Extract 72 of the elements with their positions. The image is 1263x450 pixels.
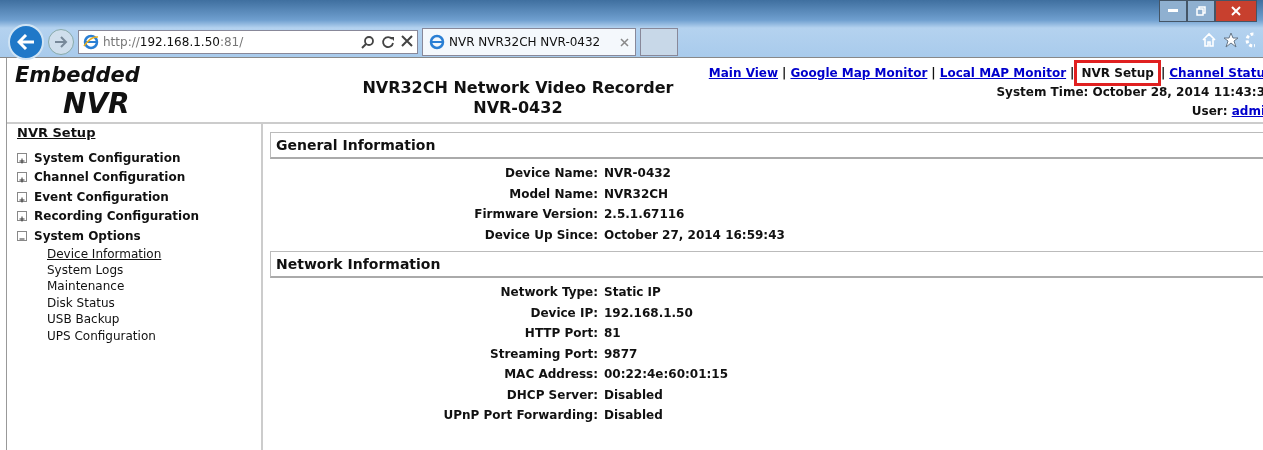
field-value: 9877 (604, 345, 639, 362)
menu-item[interactable]: USB Backup (47, 311, 120, 328)
field-value: 2.5.1.67116 (604, 206, 686, 223)
collapse-icon[interactable] (17, 230, 27, 241)
separator: | (1159, 66, 1167, 80)
field-label: Device IP: (529, 304, 598, 321)
nav-link[interactable]: Main View (708, 66, 779, 80)
restore-button[interactable] (1187, 0, 1215, 22)
user-label: User: (1191, 104, 1229, 118)
field-value: Disabled (604, 407, 664, 424)
field-label: DHCP Server: (505, 386, 598, 403)
section-header: Network Information (270, 251, 1263, 278)
expand-icon[interactable] (17, 152, 27, 163)
restore-icon (1196, 6, 1206, 16)
menu-item[interactable]: Maintenance (47, 278, 125, 295)
menu-group[interactable]: Event Configuration (34, 189, 169, 204)
page-icon (83, 34, 99, 50)
arrow-icon (17, 34, 35, 50)
menu-group[interactable]: Channel Configuration (34, 170, 186, 185)
menu-group[interactable]: Recording Configuration (34, 209, 199, 224)
field-value: 00:22:4e:60:01:15 (604, 366, 729, 383)
forward-button[interactable] (48, 29, 74, 55)
separator: | (781, 66, 788, 80)
browser-tab[interactable]: NVR NVR32CH NVR-0432 (422, 28, 636, 56)
page-icon (429, 34, 445, 50)
separator: | (930, 66, 937, 80)
system-time-label: System Time: (996, 85, 1090, 99)
sidebar-title: NVR Setup (17, 125, 96, 140)
separator: | (1069, 66, 1076, 80)
field-label: HTTP Port: (523, 325, 598, 342)
search-icon[interactable] (361, 35, 375, 49)
address-field[interactable]: http://192.168.1.50:81/ (78, 30, 418, 54)
minimize-icon (1168, 9, 1178, 13)
page-title: NVR32CH Network Video Recorder (361, 78, 675, 98)
menu-item[interactable]: System Logs (47, 261, 124, 279)
field-label: MAC Address: (503, 366, 598, 383)
field-value: Disabled (604, 386, 664, 403)
logo-text: Embedded (15, 63, 140, 87)
refresh-icon[interactable] (381, 35, 395, 49)
menu-group[interactable]: System Options (34, 228, 141, 243)
nav-link[interactable]: Local MAP Monitor (939, 66, 1067, 80)
minimize-button[interactable] (1159, 0, 1187, 22)
expand-icon[interactable] (17, 211, 27, 222)
logo-text: NVR (62, 88, 131, 120)
menu-item[interactable]: Disk Status (47, 294, 115, 312)
menu-item[interactable]: UPS Configuration (47, 327, 156, 344)
field-label: Network Type: (499, 284, 598, 301)
field-value: October 27, 2014 16:59:43 (604, 226, 786, 243)
section-header: General Information (270, 132, 1263, 159)
field-label: Firmware Version: (473, 206, 598, 223)
field-value: NVR32CH (604, 185, 670, 202)
expand-icon[interactable] (17, 172, 27, 183)
field-value: 81 (604, 325, 622, 342)
close-icon[interactable] (401, 35, 413, 47)
menu-item[interactable]: Device Information (47, 245, 162, 262)
menu-group[interactable]: System Configuration (34, 150, 181, 165)
field-label: Device Up Since: (483, 226, 598, 243)
field-label: Device Name: (503, 165, 598, 182)
field-label: Model Name: (508, 185, 598, 202)
field-value: 192.168.1.50 (604, 304, 694, 321)
device-name-heading: NVR-0432 (472, 98, 564, 118)
field-label: Streaming Port: (489, 345, 598, 362)
arrow-icon (54, 36, 68, 48)
field-value: NVR-0432 (604, 165, 672, 182)
field-value: Static IP (604, 284, 662, 301)
field-label: UPnP Port Forwarding: (442, 407, 598, 424)
expand-icon[interactable] (17, 191, 27, 202)
star-icon[interactable] (1223, 32, 1239, 48)
close-icon (1231, 6, 1241, 16)
close-button[interactable] (1215, 0, 1257, 22)
back-button[interactable] (8, 24, 44, 60)
nav-link[interactable]: Google Map Monitor (790, 66, 928, 80)
